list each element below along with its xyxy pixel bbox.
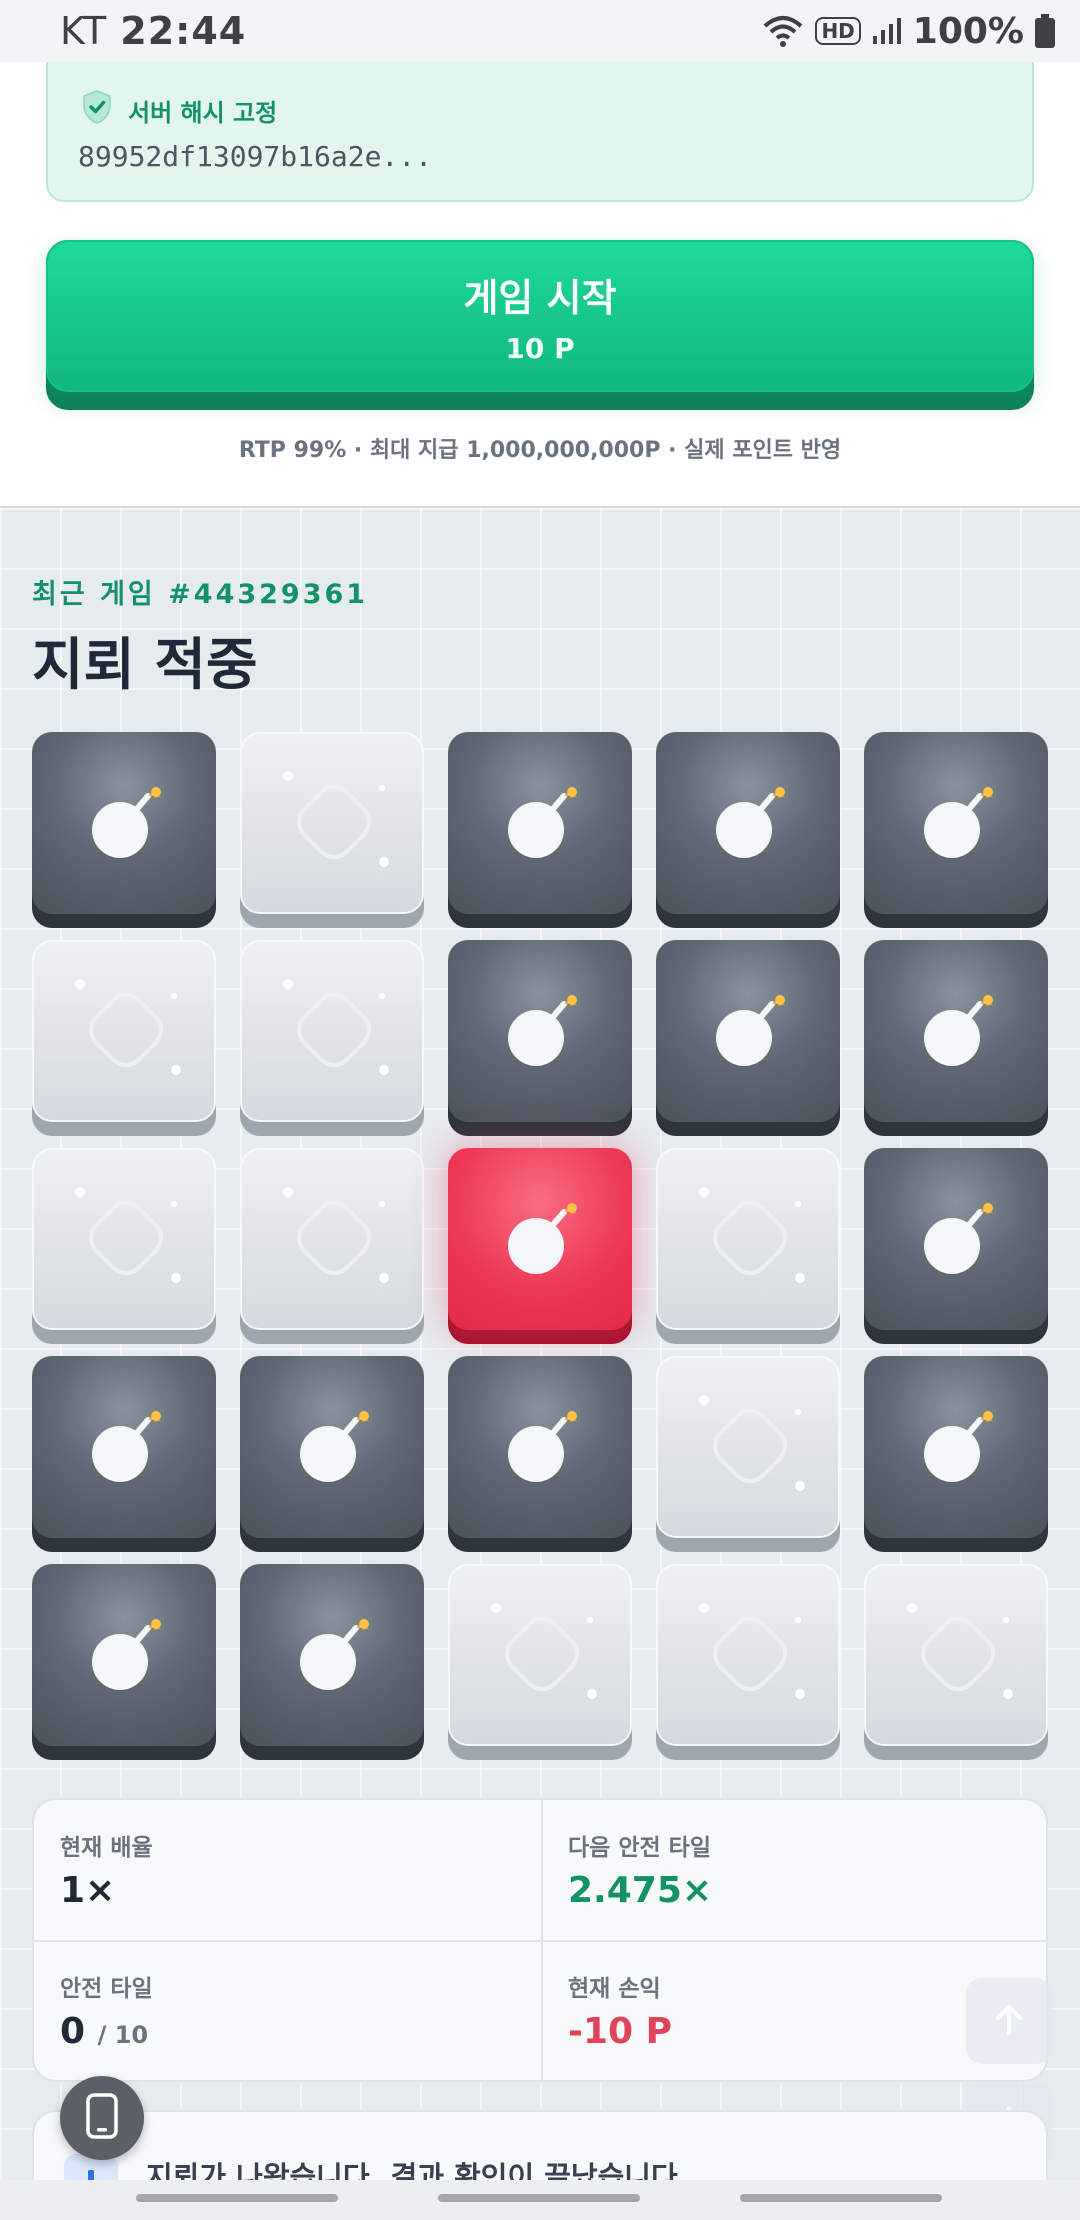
safe-tile[interactable] xyxy=(656,1148,840,1344)
stat-label: 현재 배율 xyxy=(60,1835,153,1861)
tile-face xyxy=(240,1148,424,1330)
battery-icon xyxy=(1034,14,1056,48)
safe-tile[interactable] xyxy=(864,1564,1048,1760)
carrier-label: KT xyxy=(60,9,108,53)
stat-next-safe-tile: 다음 안전 타일 2.475× xyxy=(542,1800,1048,1941)
safe-tiles-total: / 10 xyxy=(97,2021,149,2049)
stats-card: 현재 배율 1× 다음 안전 타일 2.475× 안전 타일 0 / 10 현재… xyxy=(32,1798,1048,2082)
safe-tile[interactable] xyxy=(656,1356,840,1552)
game-setup-panel: 서버 해시 고정 89952df13097b16a2e... 게임 시작 10 … xyxy=(0,62,1080,506)
tile-face xyxy=(864,1148,1048,1330)
tile-face xyxy=(448,940,632,1122)
stat-safe-tiles: 안전 타일 0 / 10 xyxy=(34,1941,540,2082)
safe-tile[interactable] xyxy=(656,1564,840,1760)
bet-amount: 10 P xyxy=(505,332,575,365)
tile-face xyxy=(448,732,632,914)
safe-tile[interactable] xyxy=(240,1148,424,1344)
stat-value: 2.475× xyxy=(568,1870,713,1911)
battery-percent: 100% xyxy=(912,10,1024,52)
tile-face xyxy=(32,1356,216,1538)
nav-home-handle[interactable] xyxy=(438,2194,640,2202)
tile-face xyxy=(864,1564,1048,1746)
mine-tile[interactable] xyxy=(864,1148,1048,1344)
tile-face xyxy=(32,940,216,1122)
mine-tile[interactable] xyxy=(448,940,632,1136)
hash-title: 서버 해시 고정 xyxy=(128,98,278,127)
tile-face xyxy=(656,732,840,914)
hash-title-row: 서버 해시 고정 xyxy=(82,90,277,130)
tile-face xyxy=(240,1564,424,1746)
mine-tile[interactable] xyxy=(448,1356,632,1552)
mine-tile-hit[interactable] xyxy=(448,1148,632,1344)
safe-tiles-count: 0 xyxy=(60,2011,86,2052)
phone-icon xyxy=(85,2093,119,2143)
recent-game-label: 최근 게임 #44329361 xyxy=(32,579,369,610)
tile-face xyxy=(656,940,840,1122)
result-title: 지뢰 적중 xyxy=(32,633,258,698)
status-icons: HD 100% xyxy=(761,11,1056,52)
hd-badge-icon: HD xyxy=(815,17,861,45)
mine-tile[interactable] xyxy=(864,1356,1048,1552)
mine-tile[interactable] xyxy=(32,1564,216,1760)
tile-face xyxy=(32,1148,216,1330)
tile-face xyxy=(864,940,1048,1122)
tile-face xyxy=(32,1564,216,1746)
stat-value: 0 / 10 xyxy=(60,2011,148,2052)
tile-face xyxy=(656,1148,840,1330)
mine-tile[interactable] xyxy=(656,732,840,928)
system-navigation-bar xyxy=(0,2180,1080,2220)
mine-tile[interactable] xyxy=(32,1356,216,1552)
stat-value: -10 P xyxy=(568,2011,672,2052)
start-game-button-face[interactable]: 게임 시작 10 P xyxy=(46,240,1034,392)
scroll-up-button[interactable] xyxy=(966,1978,1052,2064)
mine-tile[interactable] xyxy=(240,1564,424,1760)
rtp-note: RTP 99% · 최대 지급 1,000,000,000P · 실제 포인트 … xyxy=(238,438,842,463)
stat-label: 안전 타일 xyxy=(60,1976,153,2002)
arrow-up-icon xyxy=(989,1999,1029,2043)
device-view-toggle-button[interactable] xyxy=(60,2076,144,2160)
status-bar: KT 22:44 HD 100% xyxy=(0,0,1080,62)
wifi-icon xyxy=(761,14,805,48)
tile-face xyxy=(656,1564,840,1746)
safe-tile[interactable] xyxy=(32,1148,216,1344)
mine-tile[interactable] xyxy=(240,1356,424,1552)
start-game-button[interactable]: 게임 시작 10 P xyxy=(46,240,1034,410)
tile-face xyxy=(448,1564,632,1746)
mine-tile[interactable] xyxy=(864,940,1048,1136)
tile-face xyxy=(864,732,1048,914)
tile-face xyxy=(448,1356,632,1538)
server-hash-box: 서버 해시 고정 89952df13097b16a2e... xyxy=(46,62,1034,202)
recent-game-section: 최근 게임 #44329361 지뢰 적중 현재 배율 1× 다음 안전 타일 … xyxy=(0,506,1080,2220)
tile-face xyxy=(240,940,424,1122)
status-carrier-time: KT 22:44 xyxy=(60,9,246,53)
hash-value: 89952df13097b16a2e... xyxy=(78,140,433,173)
clock: 22:44 xyxy=(120,9,247,53)
mine-tile[interactable] xyxy=(656,940,840,1136)
stat-current-multiplier: 현재 배율 1× xyxy=(34,1800,540,1941)
tile-face xyxy=(240,1356,424,1538)
stat-label: 다음 안전 타일 xyxy=(568,1835,711,1861)
tile-face xyxy=(240,732,424,914)
safe-tile[interactable] xyxy=(448,1564,632,1760)
safe-tile[interactable] xyxy=(240,732,424,928)
stat-label: 현재 손익 xyxy=(568,1976,661,2002)
mine-tile[interactable] xyxy=(32,732,216,928)
mine-grid xyxy=(32,732,1048,1766)
safe-tile[interactable] xyxy=(240,940,424,1136)
mine-tile[interactable] xyxy=(864,732,1048,928)
signal-icon xyxy=(871,16,903,46)
tile-face xyxy=(656,1356,840,1538)
nav-recents-handle[interactable] xyxy=(136,2194,338,2202)
start-game-label: 게임 시작 xyxy=(463,276,617,320)
safe-tile[interactable] xyxy=(32,940,216,1136)
tile-face xyxy=(864,1356,1048,1538)
stat-value: 1× xyxy=(60,1870,116,1911)
shield-check-icon xyxy=(82,90,112,130)
mine-tile[interactable] xyxy=(448,732,632,928)
tile-face xyxy=(448,1148,632,1330)
tile-face xyxy=(32,732,216,914)
nav-back-handle[interactable] xyxy=(740,2194,942,2202)
